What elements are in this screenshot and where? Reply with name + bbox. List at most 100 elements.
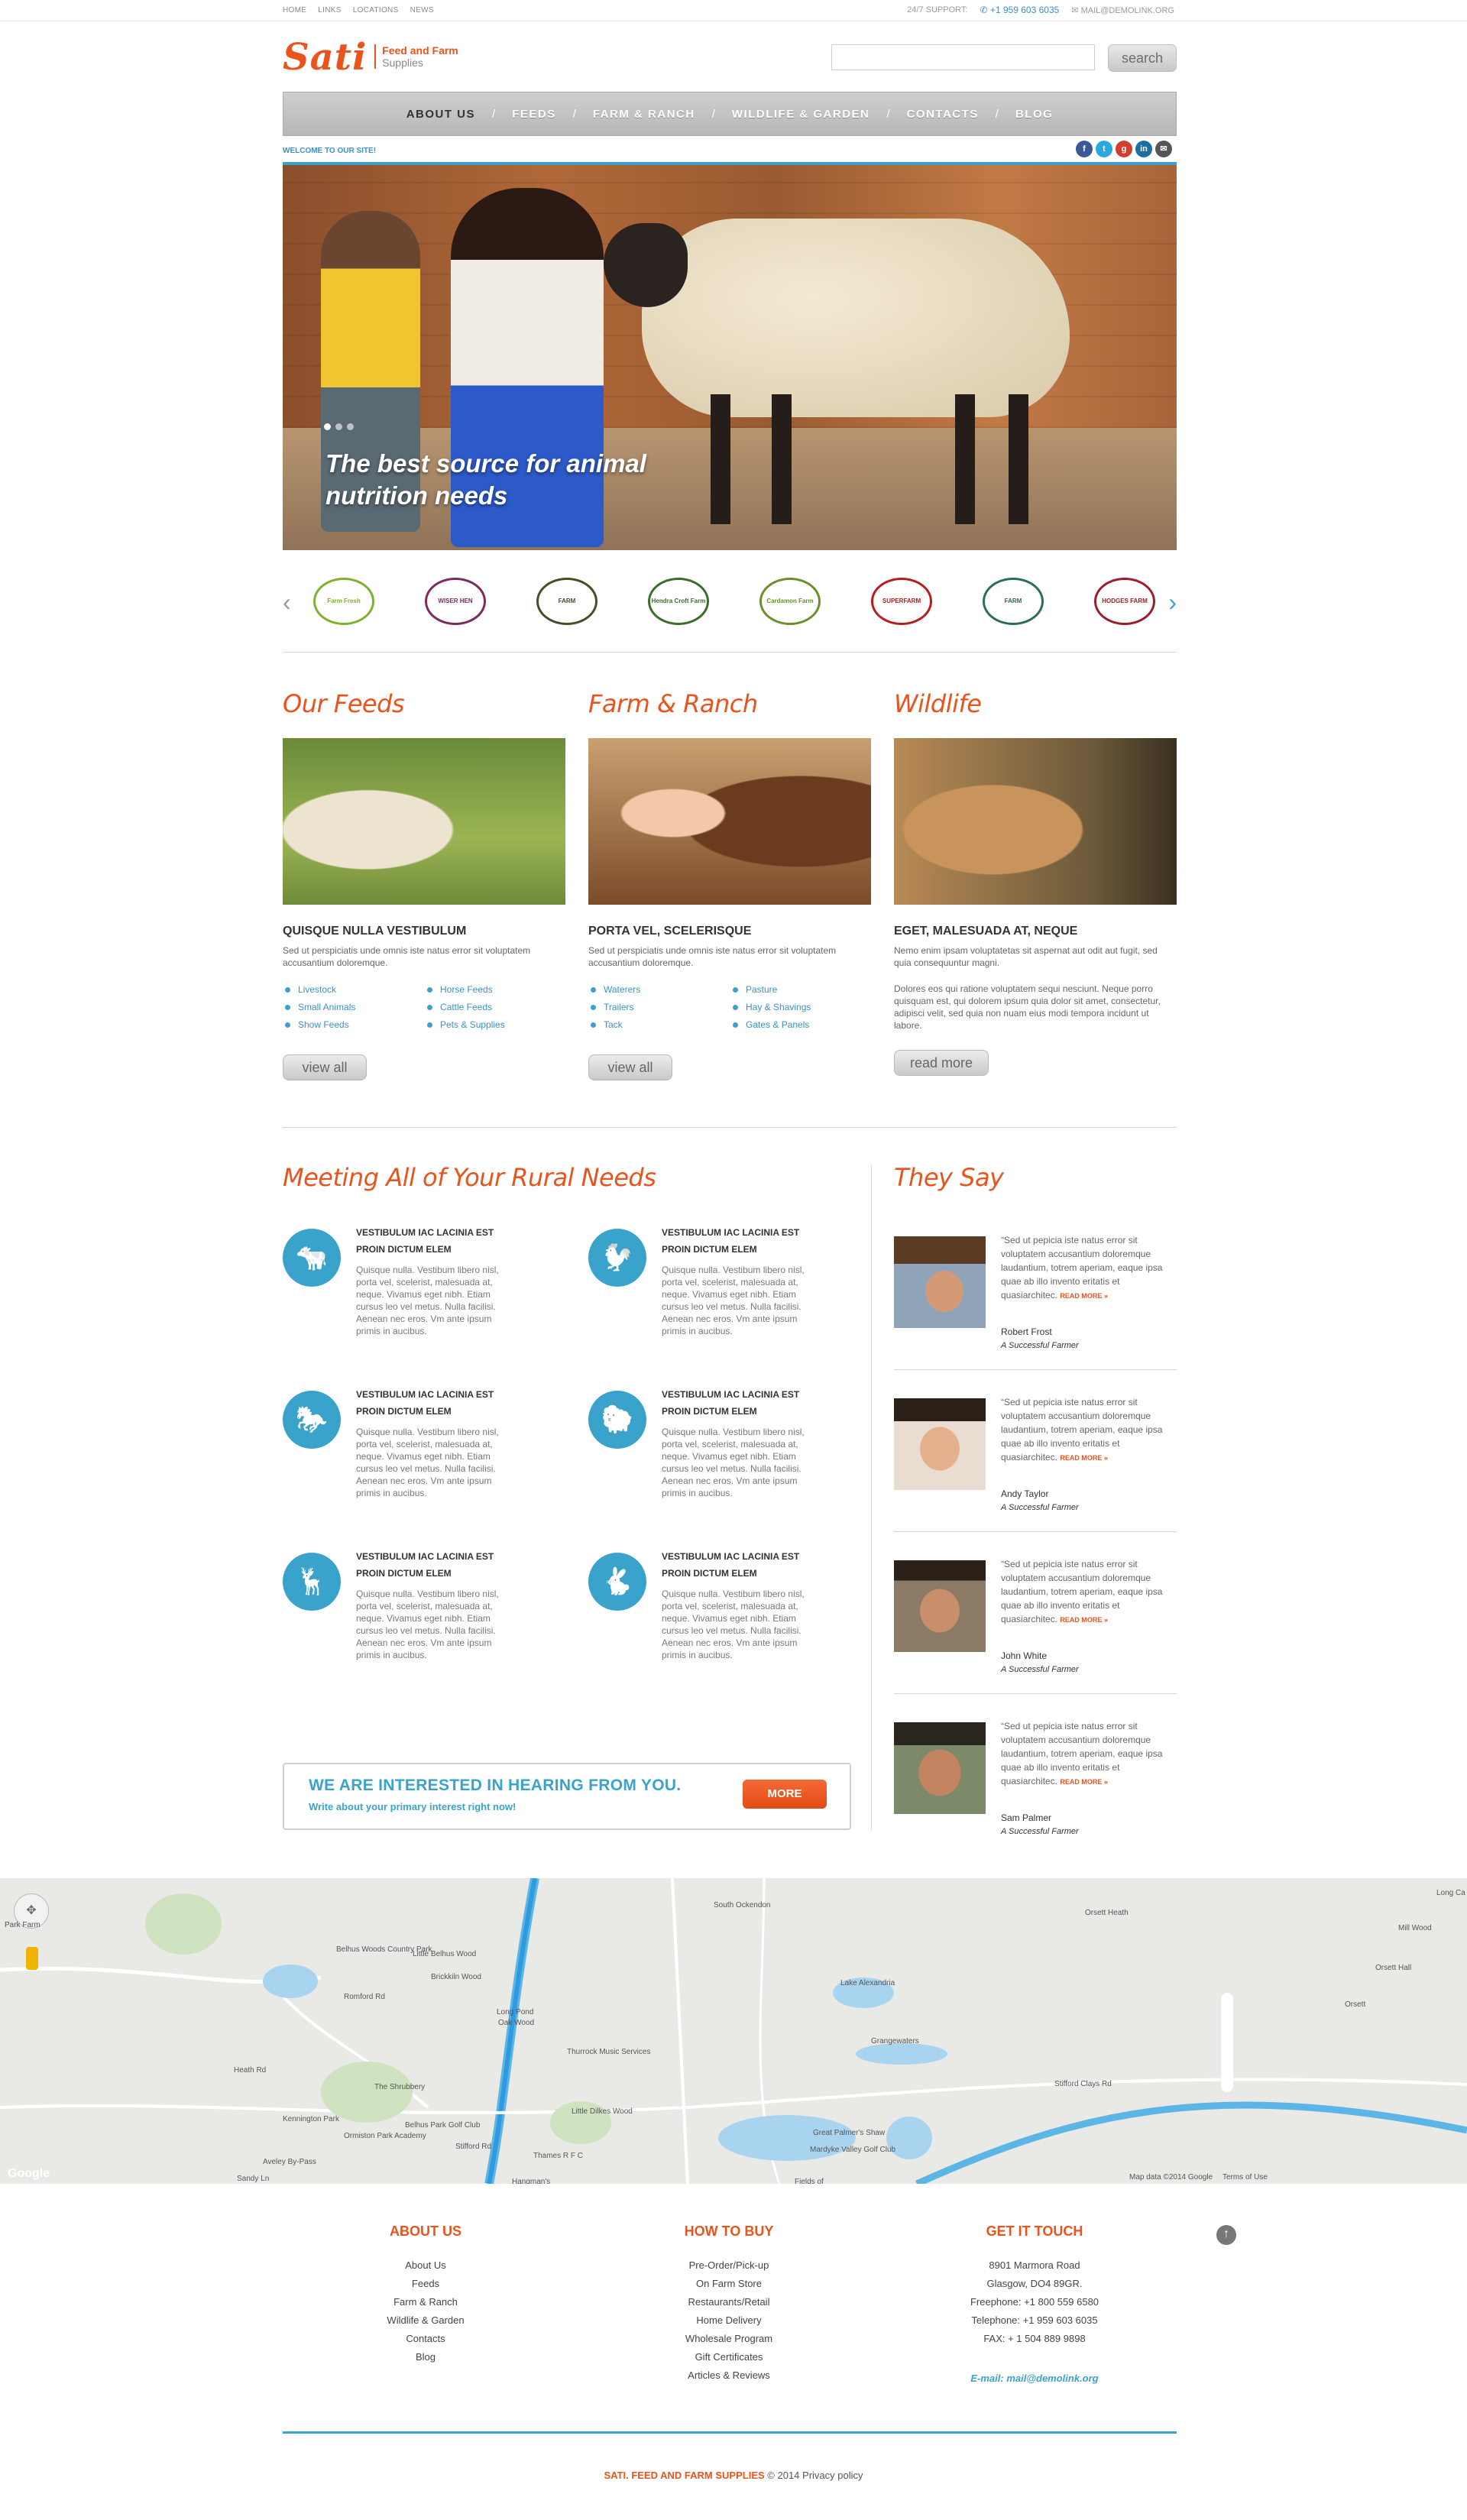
column-heading: Farm & Ranch <box>588 689 758 718</box>
brand-logo[interactable]: FARM <box>536 578 597 625</box>
list-link[interactable]: Show Feeds <box>283 1016 355 1034</box>
rabbit-photo <box>894 738 1177 905</box>
hero-slider[interactable]: The best source for animal nutrition nee… <box>283 165 1177 550</box>
slider-dot[interactable] <box>347 423 354 430</box>
brand-logo[interactable]: SUPERFARM <box>871 578 932 625</box>
view-all-button[interactable]: view all <box>283 1054 367 1080</box>
read-more-link[interactable]: READ MORE » <box>1060 1778 1108 1786</box>
read-more-link[interactable]: READ MORE » <box>1060 1454 1108 1462</box>
testimonial-quote-text: “Sed ut pepicia iste natus error sit vol… <box>1001 1397 1163 1462</box>
column-text: Sed ut perspiciatis unde omnis iste natu… <box>283 945 531 968</box>
column-text-2: Dolores eos qui ratione voluptatem sequi… <box>894 983 1161 1031</box>
logo-word: Sati <box>283 36 368 79</box>
slider-dot[interactable] <box>324 423 331 430</box>
top-links: HOME LINKS LOCATIONS NEWS <box>283 6 443 15</box>
footer-email[interactable]: E-mail: mail@demolink.org <box>928 2373 1142 2384</box>
map-label: Ormiston Park Academy <box>344 2132 426 2140</box>
slider-dot[interactable] <box>335 423 342 430</box>
footer-link[interactable]: Blog <box>319 2348 533 2366</box>
top-link-news[interactable]: NEWS <box>410 6 434 15</box>
google-map[interactable]: ✥ Map data ©2014 Google Terms of Use Goo… <box>0 1878 1467 2184</box>
list-link[interactable]: Cattle Feeds <box>425 999 505 1016</box>
copyright-brand[interactable]: SATI. FEED AND FARM SUPPLIES <box>604 2470 764 2481</box>
brand-logo[interactable]: Hendra Croft Farm <box>648 578 709 625</box>
brand-logo[interactable]: FARM <box>983 578 1044 625</box>
map-label: Great Palmer's Shaw <box>813 2129 886 2137</box>
chevron-left-icon[interactable]: ‹ <box>283 588 291 617</box>
footer-link[interactable]: Home Delivery <box>622 2311 836 2330</box>
nav-farm-ranch[interactable]: FARM & RANCH <box>576 108 712 121</box>
list-link[interactable]: Horse Feeds <box>425 981 505 999</box>
footer-link[interactable]: Articles & Reviews <box>622 2366 836 2385</box>
divider <box>894 1531 1177 1532</box>
twitter-icon[interactable]: t <box>1096 141 1112 157</box>
footer-link[interactable]: Wildlife & Garden <box>319 2311 533 2330</box>
list-link[interactable]: Gates & Panels <box>730 1016 811 1034</box>
map-label: Belhus Park Golf Club <box>405 2121 481 2130</box>
list-link[interactable]: Pets & Supplies <box>425 1016 505 1034</box>
list-link[interactable]: Pasture <box>730 981 811 999</box>
google-plus-icon[interactable]: g <box>1116 141 1132 157</box>
testimonial-role: A Successful Farmer <box>1001 1341 1079 1350</box>
testimonial-quote: “Sed ut pepicia iste natus error sit vol… <box>1001 1395 1177 1465</box>
column-title: QUISQUE NULLA VESTIBULUM <box>283 925 467 938</box>
map-attribution: Map data ©2014 Google <box>1129 2173 1213 2182</box>
footer-link[interactable]: Feeds <box>319 2275 533 2293</box>
list-link[interactable]: Tack <box>588 1016 640 1034</box>
read-more-link[interactable]: READ MORE » <box>1060 1616 1108 1624</box>
mail-icon[interactable]: ✉ <box>1155 141 1172 157</box>
brand-logo[interactable]: HODGES FARM <box>1094 578 1155 625</box>
feature-subtitle: PROIN DICTUM ELEM <box>662 1406 757 1417</box>
nav-about-us[interactable]: ABOUT US <box>390 108 492 121</box>
map-label: Thames R F C <box>533 2152 584 2160</box>
read-more-button[interactable]: read more <box>894 1050 989 1076</box>
read-more-link[interactable]: READ MORE » <box>1060 1292 1108 1300</box>
footer-link[interactable]: On Farm Store <box>622 2275 836 2293</box>
footer-link[interactable]: Pre-Order/Pick-up <box>622 2256 836 2275</box>
top-link-locations[interactable]: LOCATIONS <box>353 6 399 15</box>
view-all-button[interactable]: view all <box>588 1054 672 1080</box>
map-label: Thurrock Music Services <box>567 2048 651 2056</box>
nav-blog[interactable]: BLOG <box>999 108 1070 121</box>
facebook-icon[interactable]: f <box>1076 141 1093 157</box>
footer-link[interactable]: About Us <box>319 2256 533 2275</box>
welcome-text: WELCOME TO OUR SITE! <box>283 147 377 155</box>
feature-subtitle: PROIN DICTUM ELEM <box>356 1244 452 1255</box>
footer-link[interactable]: Gift Certificates <box>622 2348 836 2366</box>
search-button[interactable]: search <box>1108 44 1177 72</box>
top-email[interactable]: ✉ MAIL@DEMOLINK.ORG <box>1071 5 1174 15</box>
testimonial-quote: “Sed ut pepicia iste natus error sit vol… <box>1001 1557 1177 1627</box>
list-link[interactable]: Hay & Shavings <box>730 999 811 1016</box>
brand-logo[interactable]: Cardamon Farm <box>759 578 821 625</box>
chevron-right-icon[interactable]: › <box>1168 588 1177 617</box>
column-list: Waterers Trailers Tack <box>588 981 640 1034</box>
list-link[interactable]: Livestock <box>283 981 355 999</box>
brand-logo[interactable]: WISER HEN <box>425 578 486 625</box>
list-link[interactable]: Trailers <box>588 999 640 1016</box>
footer-link[interactable]: Restaurants/Retail <box>622 2293 836 2311</box>
brand-logo[interactable]: Farm Fresh <box>313 578 374 625</box>
sheep-icon: 🐑 <box>588 1391 646 1449</box>
list-link[interactable]: Small Animals <box>283 999 355 1016</box>
footer-link[interactable]: Contacts <box>319 2330 533 2348</box>
footer-link[interactable]: Wholesale Program <box>622 2330 836 2348</box>
search-input[interactable] <box>831 44 1095 70</box>
nav-feeds[interactable]: FEEDS <box>495 108 573 121</box>
nav-contacts[interactable]: CONTACTS <box>890 108 996 121</box>
top-link-links[interactable]: LINKS <box>318 6 341 15</box>
top-link-home[interactable]: HOME <box>283 6 306 15</box>
logo[interactable]: Sati Feed and Farm Supplies <box>283 38 458 76</box>
map-label: Orsett <box>1345 2000 1366 2009</box>
cta-more-button[interactable]: MORE <box>743 1780 827 1809</box>
map-terms-link[interactable]: Terms of Use <box>1222 2173 1268 2182</box>
chicken-icon: 🐓 <box>588 1229 646 1287</box>
map-label: Heath Rd <box>234 2066 267 2075</box>
pegman-icon[interactable] <box>26 1947 38 1970</box>
nav-wildlife-garden[interactable]: WILDLIFE & GARDEN <box>715 108 887 121</box>
sheep-head <box>604 223 688 307</box>
sheep-icon-glyph: 🐑 <box>601 1405 634 1434</box>
footer-link[interactable]: Farm & Ranch <box>319 2293 533 2311</box>
linkedin-icon[interactable]: in <box>1135 141 1152 157</box>
list-link[interactable]: Waterers <box>588 981 640 999</box>
back-to-top-icon[interactable]: ↑ <box>1216 2225 1236 2245</box>
